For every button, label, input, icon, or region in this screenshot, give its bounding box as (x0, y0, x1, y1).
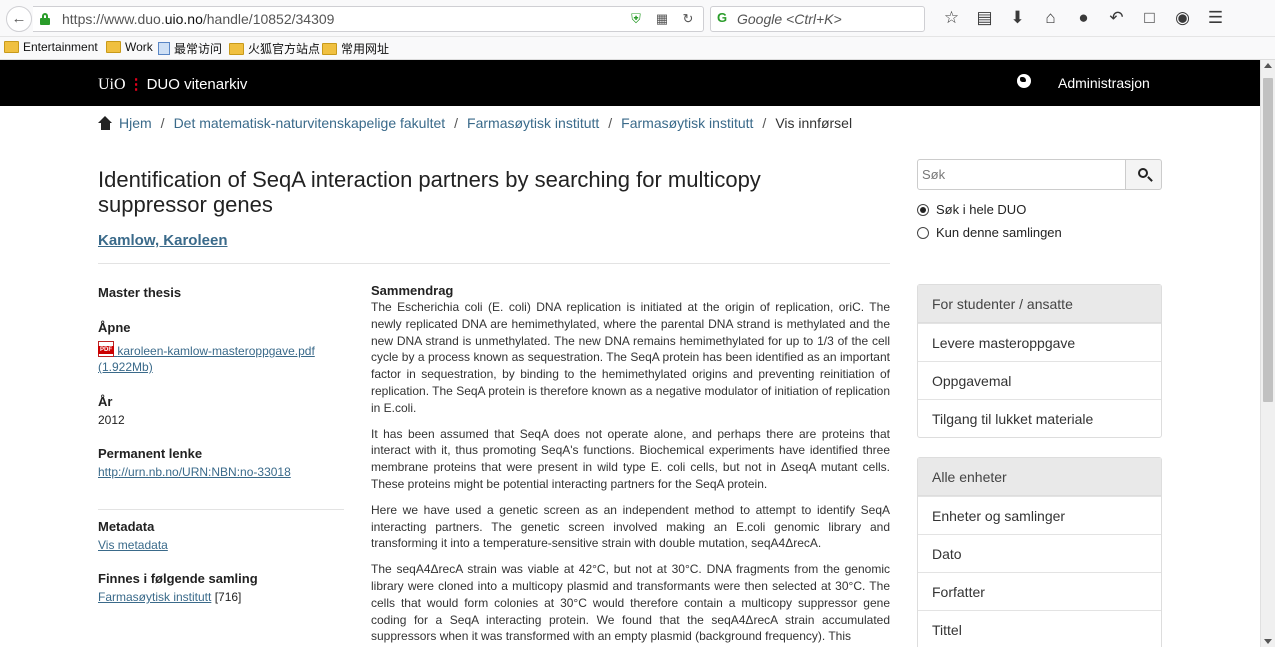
site-header: UiO ⋮ DUO vitenarkiv Administrasjon (0, 60, 1260, 106)
permalink-heading: Permanent lenke (98, 446, 203, 461)
panel-heading: Alle enheter (918, 458, 1161, 496)
back-arrow-icon[interactable]: ← (6, 6, 32, 32)
breadcrumb: Hjem / Det matematisk-naturvitenskapelig… (98, 115, 852, 131)
panel-link-template[interactable]: Oppgavemal (918, 361, 1161, 399)
folder-icon (106, 41, 121, 53)
home-toolbar-icon[interactable]: ⌂ (1034, 7, 1067, 29)
address-bar[interactable]: https://www.duo.uio.no/handle/10852/3430… (33, 6, 704, 32)
collection-count: [716] (214, 590, 242, 604)
panel-link-title[interactable]: Tittel (918, 610, 1161, 647)
lock-icon (40, 13, 50, 25)
collection-link[interactable]: Farmasøytisk institutt (98, 590, 211, 604)
chat-icon[interactable]: ● (1067, 7, 1100, 29)
search-bar-placeholder: Google <Ctrl+K> (737, 11, 842, 27)
view-metadata-link[interactable]: Vis metadata (98, 538, 168, 552)
radio-search-all[interactable]: Søk i hele DUO (917, 202, 1026, 217)
home-icon[interactable] (98, 116, 113, 130)
year-heading: År (98, 394, 113, 409)
file-download-link[interactable]: karoleen-kamlow-masteroppgave.pdf (98, 341, 315, 358)
breadcrumb-separator: / (762, 115, 767, 131)
page-icon (158, 42, 170, 55)
bookmark-firefox-site[interactable]: 火狐官方站点 (229, 40, 320, 57)
bookmarks-bar: Entertainment Work 最常访问 火狐官方站点 常用网址 (0, 37, 1275, 60)
file-size[interactable]: (1.922Mb) (98, 360, 153, 374)
browser-toolbar: ← https://www.duo.uio.no/handle/10852/34… (0, 0, 1275, 37)
year-value: 2012 (98, 413, 125, 427)
open-heading: Åpne (98, 320, 131, 335)
permalink-link[interactable]: http://urn.nb.no/URN:NBN:no-33018 (98, 465, 291, 479)
panel-link-date[interactable]: Dato (918, 534, 1161, 572)
radio-selected-icon[interactable] (917, 203, 929, 216)
bookmark-most-visited[interactable]: 最常访问 (158, 40, 222, 57)
folder-icon (4, 41, 19, 53)
search-engine-icon[interactable]: G (717, 10, 727, 25)
divider (98, 263, 890, 264)
panel-heading: For studenter / ansatte (918, 285, 1161, 323)
panel-link-restricted-access[interactable]: Tilgang til lukket materiale (918, 399, 1161, 437)
item-type: Master thesis (98, 285, 182, 300)
bookmark-entertainment[interactable]: Entertainment (4, 40, 98, 54)
abstract-paragraph: The seqA4ΔrecA strain was viable at 42°C… (371, 562, 890, 644)
menu-icon[interactable]: ☰ (1199, 7, 1232, 29)
folder-icon (322, 42, 337, 55)
students-panel: For studenter / ansatte Levere masteropp… (917, 284, 1162, 438)
file-name[interactable]: karoleen-kamlow-masteroppgave.pdf (117, 344, 314, 358)
qr-code-icon[interactable]: ▦ (653, 10, 671, 28)
collection-row: Farmasøytisk institutt [716] (98, 590, 241, 604)
abstract: Sammendrag The Escherichia coli (E. coli… (371, 283, 890, 647)
radio-search-collection[interactable]: Kun denne samlingen (917, 225, 1062, 240)
bookmark-star-icon[interactable]: ☆ (935, 7, 968, 29)
search-button[interactable] (1125, 159, 1162, 190)
author-link[interactable]: Kamlow, Karoleen (98, 232, 227, 249)
url-text[interactable]: https://www.duo.uio.no/handle/10852/3430… (62, 11, 334, 27)
metadata-heading: Metadata (98, 519, 155, 534)
shield-icon[interactable]: ⛨ (627, 10, 645, 28)
abstract-paragraph: It has been assumed that SeqA does not o… (371, 426, 890, 491)
site-logo[interactable]: UiO ⋮ DUO vitenarkiv (98, 75, 247, 94)
scroll-down-icon[interactable] (1264, 639, 1272, 644)
page-title: Identification of SeqA interaction partn… (98, 167, 761, 217)
breadcrumb-home[interactable]: Hjem (119, 115, 152, 131)
pdf-icon (98, 341, 114, 357)
crop-icon[interactable]: □ (1133, 7, 1166, 29)
reading-list-icon[interactable]: ▤ (968, 7, 1001, 29)
breadcrumb-current: Vis innførsel (775, 115, 853, 131)
search-icon (1138, 168, 1148, 178)
panel-link-communities[interactable]: Enheter og samlinger (918, 496, 1161, 534)
bookmark-common-sites[interactable]: 常用网址 (322, 40, 389, 57)
reload-icon[interactable]: ↻ (679, 10, 697, 28)
radio-label: Søk i hele DUO (936, 202, 1027, 217)
browse-panel: Alle enheter Enheter og samlinger Dato F… (917, 457, 1162, 647)
breadcrumb-separator: / (160, 115, 165, 131)
comment-icon[interactable]: ◉ (1166, 7, 1199, 29)
panel-link-author[interactable]: Forfatter (918, 572, 1161, 610)
scroll-up-icon[interactable] (1264, 63, 1272, 68)
breadcrumb-collection[interactable]: Farmasøytisk institutt (621, 115, 753, 131)
undo-icon[interactable]: ↶ (1100, 7, 1133, 29)
scroll-thumb[interactable] (1263, 78, 1273, 402)
globe-icon[interactable] (1017, 74, 1031, 88)
search-bar[interactable]: G Google <Ctrl+K> (710, 6, 925, 32)
search-input[interactable] (917, 159, 1126, 190)
collection-heading: Finnes i følgende samling (98, 571, 258, 586)
folder-icon (229, 42, 244, 55)
panel-link-submit-thesis[interactable]: Levere masteroppgave (918, 323, 1161, 361)
breadcrumb-separator: / (608, 115, 613, 131)
radio-label: Kun denne samlingen (936, 225, 1062, 240)
breadcrumb-faculty[interactable]: Det matematisk-naturvitenskapelige fakul… (174, 115, 446, 131)
abstract-heading: Sammendrag (371, 283, 454, 298)
admin-link[interactable]: Administrasjon (1058, 75, 1150, 91)
radio-unselected-icon[interactable] (917, 226, 929, 239)
bookmark-work[interactable]: Work (106, 40, 153, 54)
breadcrumb-separator: / (454, 115, 459, 131)
download-icon[interactable]: ⬇ (1001, 7, 1034, 29)
breadcrumb-institute[interactable]: Farmasøytisk institutt (467, 115, 599, 131)
page-scrollbar[interactable] (1260, 60, 1275, 647)
abstract-paragraph: Here we have used a genetic screen as an… (371, 502, 890, 551)
abstract-paragraph: The Escherichia coli (E. coli) DNA repli… (371, 300, 890, 415)
divider (98, 509, 344, 510)
